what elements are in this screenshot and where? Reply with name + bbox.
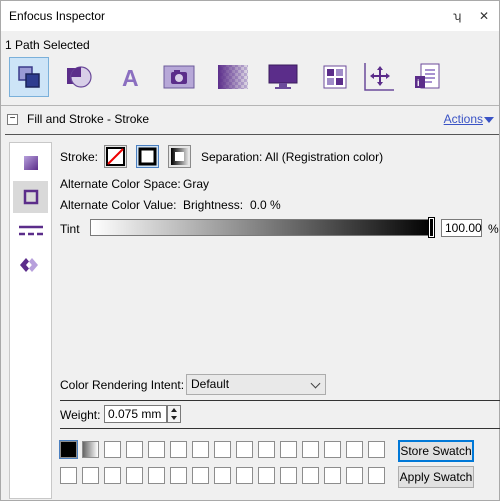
swatch-cell[interactable]	[280, 467, 297, 484]
tint-slider-thumb[interactable]	[428, 217, 435, 238]
swatch-cell[interactable]	[148, 467, 165, 484]
rendering-intent-label: Color Rendering Intent:	[60, 378, 185, 392]
stroke-label: Stroke:	[60, 150, 99, 164]
dashes-icon[interactable]	[13, 215, 48, 247]
section-divider	[5, 134, 499, 135]
actions-menu[interactable]: Actions	[444, 112, 483, 126]
swatch-cell[interactable]	[214, 467, 231, 484]
alt-color-space-value: Gray	[183, 177, 210, 191]
swatch-cell-black[interactable]	[59, 440, 78, 459]
swatch-cell[interactable]	[324, 467, 341, 484]
swatch-cell[interactable]	[192, 467, 209, 484]
fill-icon[interactable]	[13, 147, 48, 179]
tint-label: Tint	[60, 222, 80, 236]
swatch-cell[interactable]	[346, 441, 363, 458]
collapse-toggle[interactable]: −	[7, 114, 18, 125]
swatch-cell[interactable]	[170, 467, 187, 484]
pie-shape-icon[interactable]	[59, 57, 99, 97]
weight-divider	[60, 428, 500, 429]
alt-color-space-label: Alternate Color Space:	[60, 177, 181, 191]
weight-label: Weight:	[60, 408, 101, 422]
swatch-cell[interactable]	[258, 467, 275, 484]
swatch-cell[interactable]	[302, 467, 319, 484]
swatch-cell[interactable]	[104, 441, 121, 458]
swatch-cell[interactable]	[346, 467, 363, 484]
title-bar: Enfocus Inspector ʮ ✕	[1, 1, 499, 31]
svg-text:i: i	[417, 78, 420, 88]
monitor-icon[interactable]	[263, 57, 303, 97]
separation-text: Separation: All (Registration color)	[201, 150, 384, 164]
swatch-cell[interactable]	[214, 441, 231, 458]
swatch-cell[interactable]	[104, 467, 121, 484]
inspector-window: Enfocus Inspector ʮ ✕ 1 Path Selected A	[0, 0, 500, 501]
store-swatch-button[interactable]: Store Swatch	[398, 440, 474, 462]
weight-input[interactable]: 0.075 mm	[104, 405, 167, 423]
stroke-none-button[interactable]	[104, 145, 127, 168]
svg-text:A: A	[122, 65, 139, 90]
actions-dropdown-arrow-icon[interactable]	[484, 117, 494, 123]
document-properties-icon[interactable]: i	[407, 57, 447, 97]
brightness-value: 0.0 %	[250, 198, 281, 212]
selection-icon[interactable]	[9, 57, 49, 97]
window-title: Enfocus Inspector	[9, 9, 106, 23]
swatch-cell[interactable]	[126, 441, 143, 458]
swatch-cell[interactable]	[192, 441, 209, 458]
rendering-intent-value: Default	[191, 377, 230, 391]
swatch-cell[interactable]	[280, 441, 297, 458]
text-a-icon[interactable]: A	[111, 57, 151, 97]
toolbar-separator	[1, 105, 499, 106]
camera-image-icon[interactable]	[159, 57, 199, 97]
tint-slider[interactable]	[90, 219, 435, 236]
rendering-intent-select[interactable]: Default	[186, 374, 326, 395]
swatch-cell[interactable]	[170, 441, 187, 458]
swatch-cell[interactable]	[302, 441, 319, 458]
overprint-icon[interactable]	[13, 249, 48, 281]
swatch-cell[interactable]	[324, 441, 341, 458]
stroke-icon[interactable]	[13, 181, 48, 213]
brightness-label: Brightness:	[183, 198, 244, 212]
stroke-solid-button[interactable]	[136, 145, 159, 168]
swatch-cell[interactable]	[82, 467, 99, 484]
swatch-cell[interactable]	[368, 467, 385, 484]
tint-input[interactable]: 100.00	[441, 219, 482, 237]
close-icon[interactable]: ✕	[479, 9, 489, 23]
stepper-down-icon[interactable]	[171, 416, 177, 420]
section-header: − Fill and Stroke - Stroke Actions	[1, 110, 499, 130]
alt-color-value-label: Alternate Color Value:	[60, 198, 177, 212]
fill-stroke-mode-panel	[9, 142, 52, 499]
chevron-down-icon	[310, 378, 321, 389]
stroke-gradient-button[interactable]	[168, 145, 191, 168]
transparency-checker-icon[interactable]	[213, 57, 253, 97]
stroke-settings: Stroke: Separation: All (Registration co…	[59, 142, 500, 500]
swatch-cell[interactable]	[258, 441, 275, 458]
stepper-up-icon[interactable]	[171, 408, 177, 412]
tint-unit: %	[488, 222, 499, 236]
inspector-toolbar: A i	[9, 57, 449, 99]
weight-stepper[interactable]	[167, 405, 181, 423]
swatch-cell[interactable]	[60, 467, 77, 484]
grid-layout-icon[interactable]	[315, 57, 355, 97]
swatch-cell[interactable]	[236, 441, 253, 458]
swatch-cell[interactable]	[368, 441, 385, 458]
path-selected-status: 1 Path Selected	[5, 38, 90, 52]
swatch-cell[interactable]	[148, 441, 165, 458]
swatch-cell[interactable]	[126, 467, 143, 484]
pin-icon[interactable]: ʮ	[453, 9, 461, 23]
swatch-cell-gradient[interactable]	[82, 441, 99, 458]
rendering-divider	[60, 400, 500, 401]
position-axes-icon[interactable]	[359, 57, 399, 97]
section-title: Fill and Stroke - Stroke	[27, 112, 150, 126]
swatch-cell[interactable]	[236, 467, 253, 484]
apply-swatch-button[interactable]: Apply Swatch	[398, 466, 474, 488]
